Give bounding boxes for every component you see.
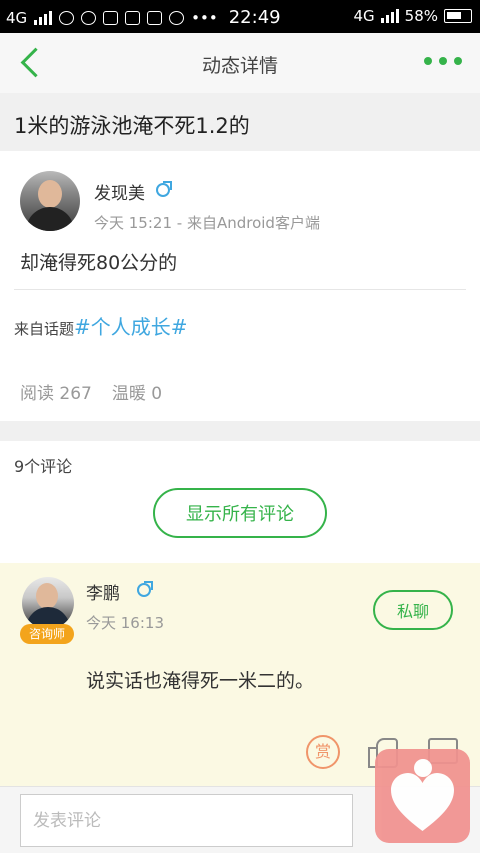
nav-bar: 动态详情 bbox=[0, 33, 480, 93]
post-meta: 今天 15:21 - 来自Android客户端 bbox=[94, 214, 320, 232]
network-indicator-right: 4G bbox=[353, 7, 375, 25]
battery-percent: 58% bbox=[404, 7, 438, 25]
commenter-avatar[interactable] bbox=[22, 577, 74, 629]
post-title: 1米的游泳池淹不死1.2的 bbox=[14, 114, 250, 138]
post-body: 却淹得死80公分的 bbox=[20, 252, 178, 274]
mail-icon bbox=[147, 10, 163, 25]
post-title-bar: 1米的游泳池淹不死1.2的 bbox=[0, 93, 480, 151]
topic-link[interactable]: #个人成长# bbox=[74, 315, 188, 339]
divider bbox=[14, 289, 466, 290]
qq-icon bbox=[81, 10, 97, 25]
more-notifications-icon: ••• bbox=[191, 8, 218, 27]
battery-icon bbox=[444, 9, 472, 23]
comment-body: 说实话也淹得死一米二的。 bbox=[86, 670, 315, 692]
reward-icon[interactable]: 赏 bbox=[306, 735, 340, 769]
page-title: 动态详情 bbox=[201, 55, 278, 77]
post-stats: 阅读 267 温暖 0 bbox=[20, 379, 162, 404]
counselor-badge: 咨询师 bbox=[20, 624, 74, 644]
message-icon bbox=[169, 10, 185, 25]
male-icon bbox=[137, 581, 153, 597]
signal-icon-right bbox=[380, 9, 399, 23]
comment-input[interactable] bbox=[20, 794, 353, 847]
private-chat-button[interactable]: 私聊 bbox=[373, 590, 453, 630]
heart-icon bbox=[391, 773, 454, 831]
heart-float-button[interactable] bbox=[375, 749, 470, 843]
post-card: 发现美 今天 15:21 - 来自Android客户端 却淹得死80公分的 来自… bbox=[0, 151, 480, 421]
notification-icon bbox=[103, 10, 119, 25]
show-all-comments-button[interactable]: 显示所有评论 bbox=[153, 488, 327, 538]
dollar-icon bbox=[125, 10, 141, 25]
commenter-name[interactable]: 李鹏 bbox=[86, 579, 120, 604]
warmth-count: 温暖 0 bbox=[111, 384, 163, 404]
comment-meta: 今天 16:13 bbox=[86, 614, 164, 632]
network-indicator: 4G bbox=[6, 8, 28, 27]
author-name[interactable]: 发现美 bbox=[94, 179, 145, 204]
signal-icon bbox=[34, 10, 53, 25]
comments-header: 9个评论 显示所有评论 bbox=[0, 441, 480, 563]
topic-line: 来自话题#个人成长# bbox=[14, 311, 188, 340]
author-avatar[interactable] bbox=[20, 171, 80, 231]
comment-count: 9个评论 bbox=[14, 457, 73, 476]
topic-prefix: 来自话题 bbox=[14, 320, 75, 338]
wechat-icon bbox=[59, 10, 75, 25]
status-bar: 4G ••• 22:49 4G 58% bbox=[0, 0, 480, 33]
status-time: 22:49 bbox=[228, 7, 281, 28]
more-options-icon[interactable] bbox=[424, 57, 462, 65]
read-count: 阅读 267 bbox=[20, 384, 92, 404]
male-icon bbox=[156, 181, 172, 197]
